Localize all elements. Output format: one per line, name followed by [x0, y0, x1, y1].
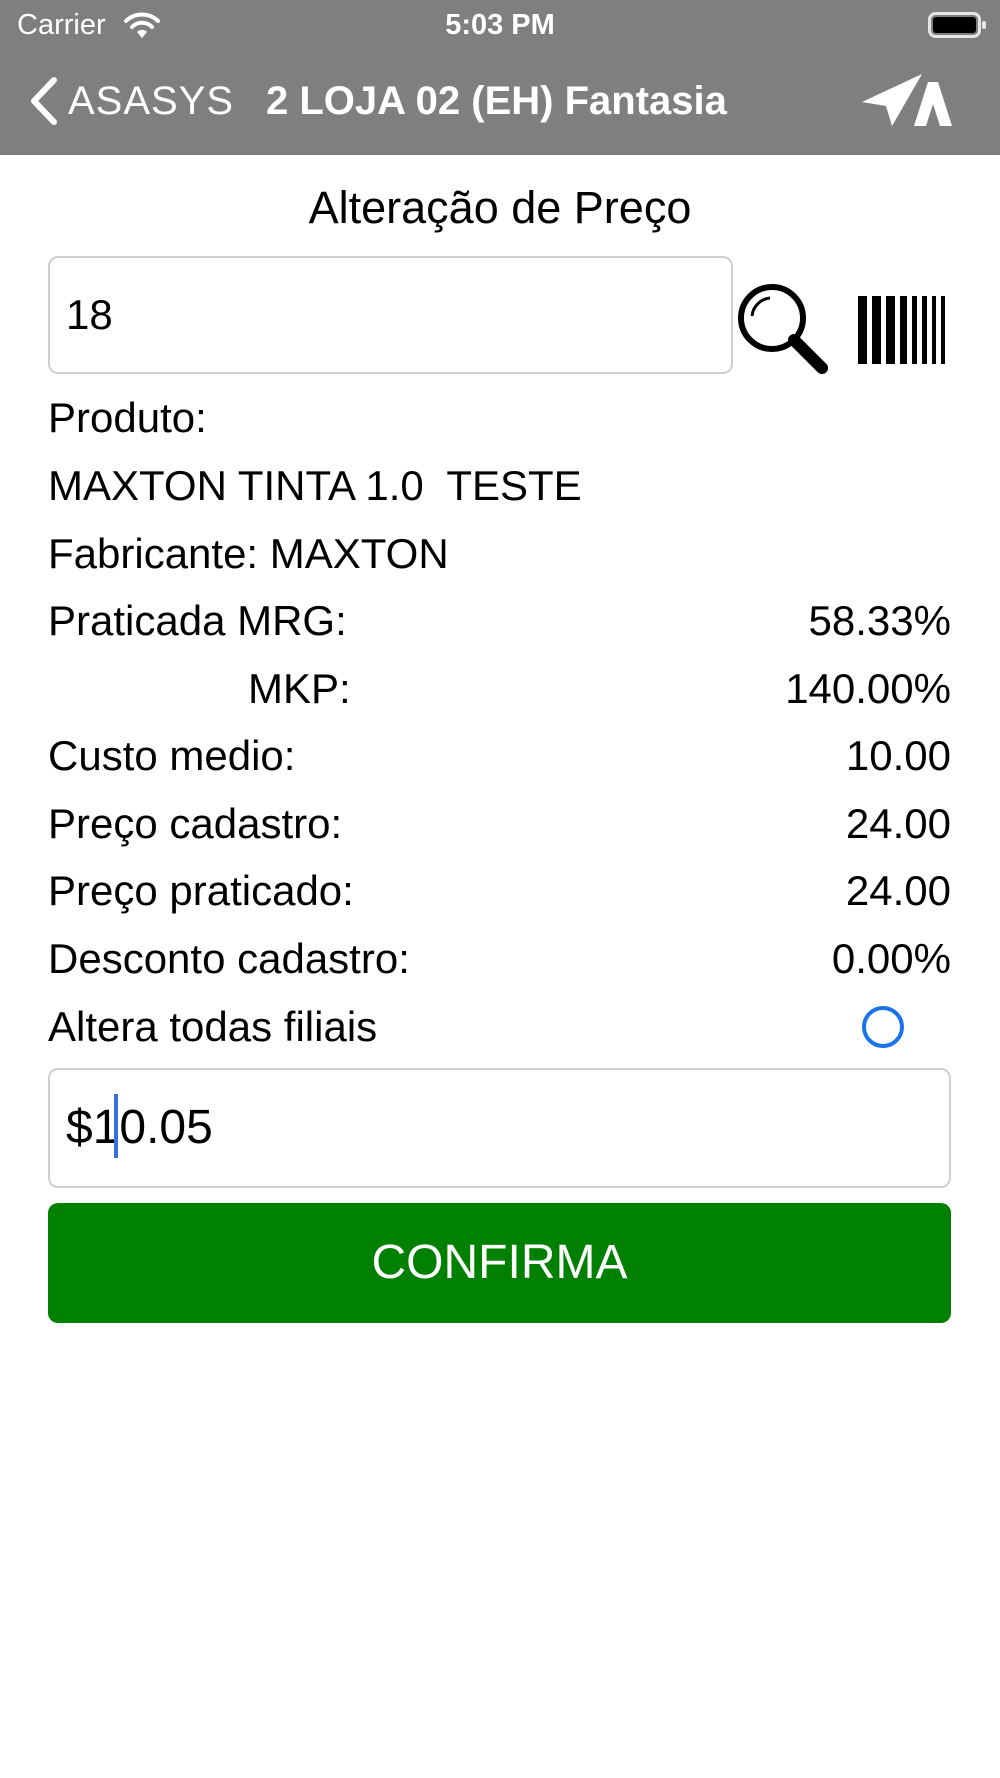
- detail-value: 24.00: [845, 867, 951, 914]
- all-branches-label: Altera todas filiais: [48, 1003, 378, 1050]
- detail-value: 140.00%: [785, 665, 951, 712]
- detail-label: Custo medio:: [48, 732, 296, 779]
- detail-value: 0.00%: [831, 935, 951, 982]
- navigation-header: Carrier 5:03 PM ASASYS 2 LOJA 02 (EH) Fa…: [0, 0, 1000, 155]
- detail-label: Desconto cadastro:: [48, 935, 410, 982]
- text-cursor: [114, 1094, 118, 1158]
- page-title: Alteração de Preço: [308, 182, 692, 233]
- chevron-left-icon: [31, 77, 57, 125]
- confirm-button[interactable]: CONFIRMA: [48, 1203, 951, 1323]
- all-branches-radio[interactable]: [862, 1006, 904, 1048]
- asasys-logo-icon: [862, 72, 952, 133]
- product-label-row: Produto:: [48, 388, 951, 448]
- detail-row-registered-price: Preço cadastro: 24.00: [48, 794, 951, 854]
- nav-title: 2 LOJA 02 (EH) Fantasia: [266, 79, 727, 123]
- detail-label: Preço cadastro:: [48, 800, 343, 847]
- back-button-label: ASASYS: [68, 78, 235, 123]
- detail-label: Praticada MRG:: [48, 597, 347, 644]
- new-price-input[interactable]: $10.05: [48, 1068, 951, 1188]
- detail-row-markup: MKP: 140.00%: [48, 659, 951, 719]
- product-label: Produto:: [48, 394, 207, 441]
- all-branches-row: Altera todas filiais: [48, 997, 951, 1057]
- detail-value: 58.33%: [808, 597, 951, 644]
- manufacturer-row: Fabricante: MAXTON: [48, 524, 951, 584]
- detail-row-practiced-price: Preço praticado: 24.00: [48, 861, 951, 921]
- battery-icon: [928, 10, 988, 45]
- detail-value: 10.00: [845, 732, 951, 779]
- barcode-scanner-icon[interactable]: [858, 296, 948, 369]
- product-name: MAXTON TINTA 1.0 TESTE: [48, 462, 582, 509]
- detail-row-discount: Desconto cadastro: 0.00%: [48, 929, 951, 989]
- search-icon[interactable]: [734, 280, 830, 381]
- detail-row-margin: Praticada MRG: 58.33%: [48, 591, 951, 651]
- back-button[interactable]: ASASYS: [28, 76, 234, 126]
- detail-value: 24.00: [845, 800, 951, 847]
- status-time: 5:03 PM: [445, 9, 555, 41]
- detail-label: Preço praticado:: [48, 867, 354, 914]
- detail-label: MKP:: [248, 665, 351, 712]
- manufacturer-label: Fabricante: MAXTON: [48, 530, 449, 577]
- detail-row-avg-cost: Custo medio: 10.00: [48, 726, 951, 786]
- product-name-row: MAXTON TINTA 1.0 TESTE: [48, 456, 951, 516]
- product-code-input[interactable]: 18: [48, 256, 733, 374]
